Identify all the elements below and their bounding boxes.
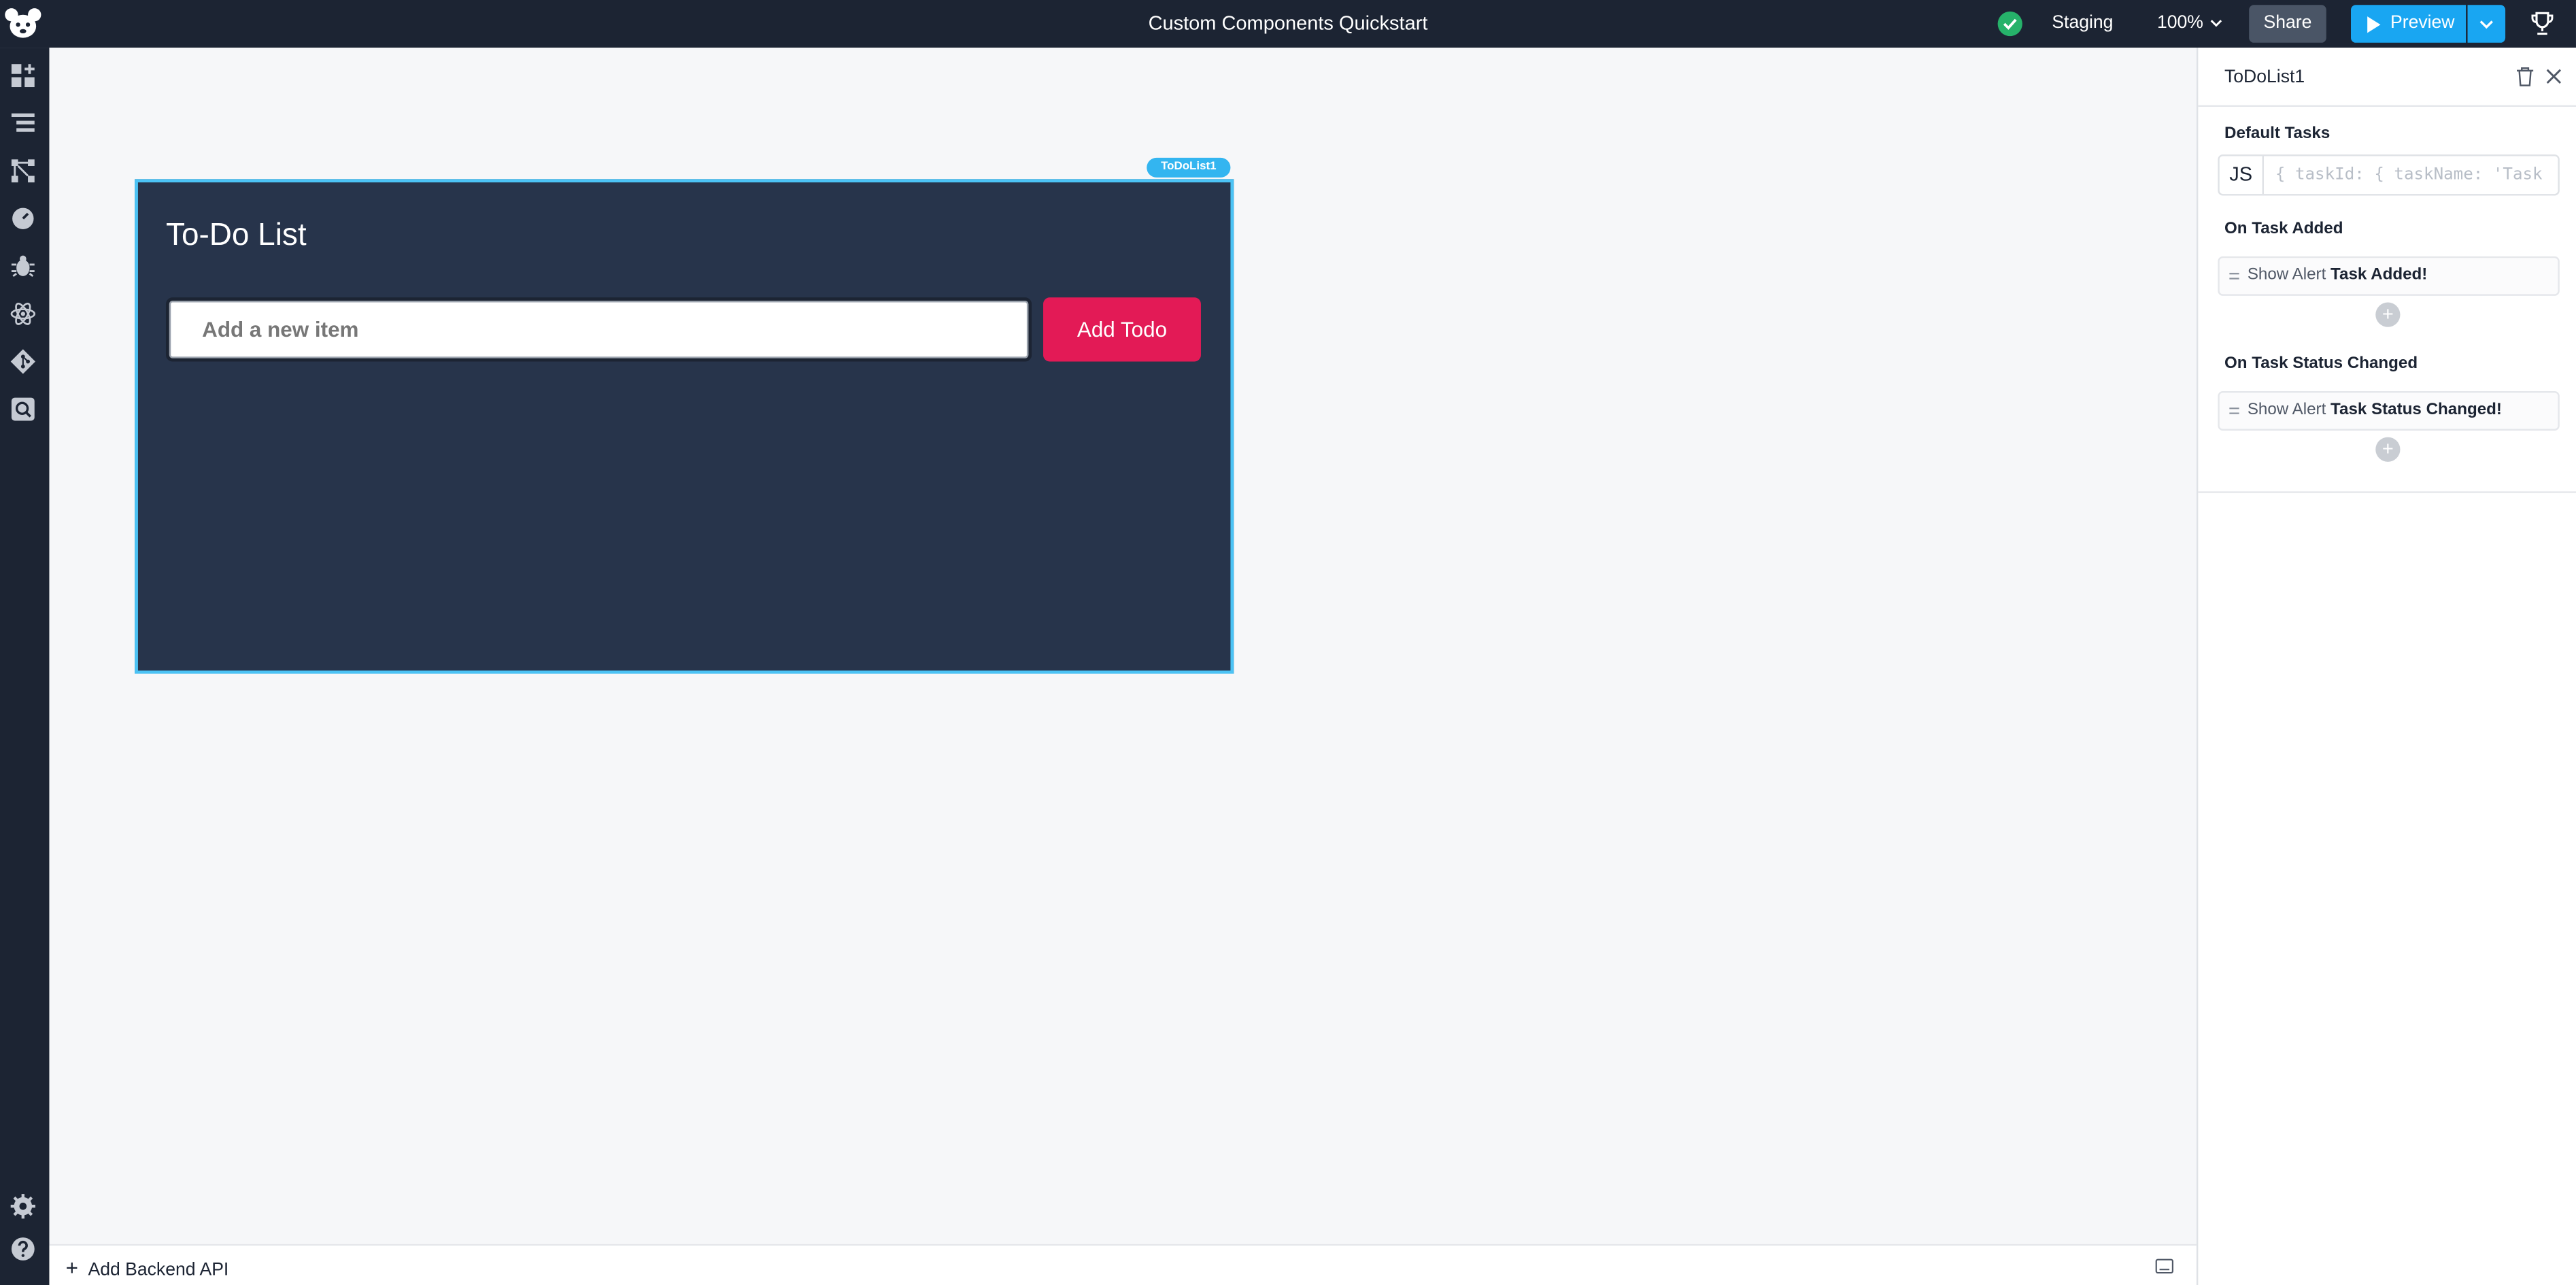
js-toggle[interactable]: JS bbox=[2220, 156, 2264, 195]
chevron-down-icon[interactable] bbox=[2208, 15, 2224, 31]
selected-component-tag[interactable]: ToDoList1 bbox=[1147, 157, 1231, 178]
trophy-icon[interactable] bbox=[2527, 8, 2558, 39]
default-tasks-field[interactable]: JS { taskId: { taskName: 'Task bbox=[2218, 154, 2560, 196]
state-icon[interactable] bbox=[10, 205, 36, 232]
bottom-bar: + Add Backend API bbox=[49, 1244, 2197, 1285]
add-handler-button[interactable]: + bbox=[2375, 437, 2401, 462]
handler-value: Task Added! bbox=[2331, 266, 2428, 284]
plus-icon: + bbox=[65, 1255, 78, 1280]
default-tasks-code[interactable]: { taskId: { taskName: 'Task bbox=[2275, 166, 2543, 184]
trash-icon[interactable] bbox=[2515, 66, 2535, 87]
react-icon[interactable] bbox=[10, 301, 36, 327]
drag-handle-icon[interactable] bbox=[2229, 269, 2239, 282]
preview-button[interactable]: Preview bbox=[2351, 5, 2467, 43]
inspector-title[interactable]: ToDoList1 bbox=[2224, 67, 2305, 87]
on-task-status-changed-label: On Task Status Changed bbox=[2224, 354, 2418, 373]
close-icon[interactable] bbox=[2545, 67, 2563, 86]
environment-status-icon bbox=[1997, 11, 2022, 37]
zoom-level[interactable]: 100% bbox=[2157, 13, 2203, 33]
on-task-added-label: On Task Added bbox=[2224, 220, 2343, 239]
preview-options-button[interactable] bbox=[2467, 5, 2506, 43]
todo-title: To-Do List bbox=[165, 218, 307, 254]
drag-handle-icon[interactable] bbox=[2229, 404, 2239, 417]
git-icon[interactable] bbox=[10, 348, 36, 375]
settings-icon[interactable] bbox=[10, 1193, 36, 1220]
inspector-panel: ToDoList1 Default Tasks JS { taskId: { t… bbox=[2196, 48, 2576, 1285]
handler-action: Show Alert bbox=[2247, 401, 2326, 420]
preview-label: Preview bbox=[2390, 13, 2455, 33]
on-task-added-handler[interactable]: Show Alert Task Added! bbox=[2218, 256, 2560, 296]
top-bar: Custom Components Quickstart Staging 100… bbox=[0, 0, 2576, 48]
left-rail bbox=[0, 48, 50, 1285]
share-button[interactable]: Share bbox=[2249, 5, 2326, 43]
todo-list-component[interactable]: To-Do List Add Todo bbox=[135, 179, 1234, 674]
handler-value: Task Status Changed! bbox=[2331, 401, 2502, 420]
search-icon[interactable] bbox=[10, 396, 36, 422]
handler-action: Show Alert bbox=[2247, 266, 2326, 284]
default-tasks-label: Default Tasks bbox=[2224, 124, 2331, 144]
new-item-input[interactable] bbox=[165, 297, 1032, 362]
add-handler-button[interactable]: + bbox=[2375, 302, 2401, 327]
play-icon bbox=[2367, 16, 2381, 33]
chevron-down-icon bbox=[2479, 20, 2493, 29]
components-icon[interactable] bbox=[10, 63, 36, 89]
add-backend-api-button[interactable]: + Add Backend API bbox=[66, 1256, 229, 1280]
add-todo-button[interactable]: Add Todo bbox=[1043, 297, 1201, 362]
add-backend-api-label: Add Backend API bbox=[88, 1260, 229, 1280]
on-task-status-changed-handler[interactable]: Show Alert Task Status Changed! bbox=[2218, 390, 2560, 431]
help-icon[interactable] bbox=[10, 1236, 36, 1263]
query-list-icon[interactable] bbox=[10, 110, 36, 137]
divider bbox=[2198, 491, 2576, 493]
inspector-header: ToDoList1 bbox=[2198, 48, 2576, 107]
workflows-icon[interactable] bbox=[10, 158, 36, 184]
debug-icon[interactable] bbox=[10, 253, 36, 280]
environment-selector[interactable]: Staging bbox=[2052, 13, 2113, 33]
console-icon[interactable] bbox=[2155, 1258, 2174, 1274]
